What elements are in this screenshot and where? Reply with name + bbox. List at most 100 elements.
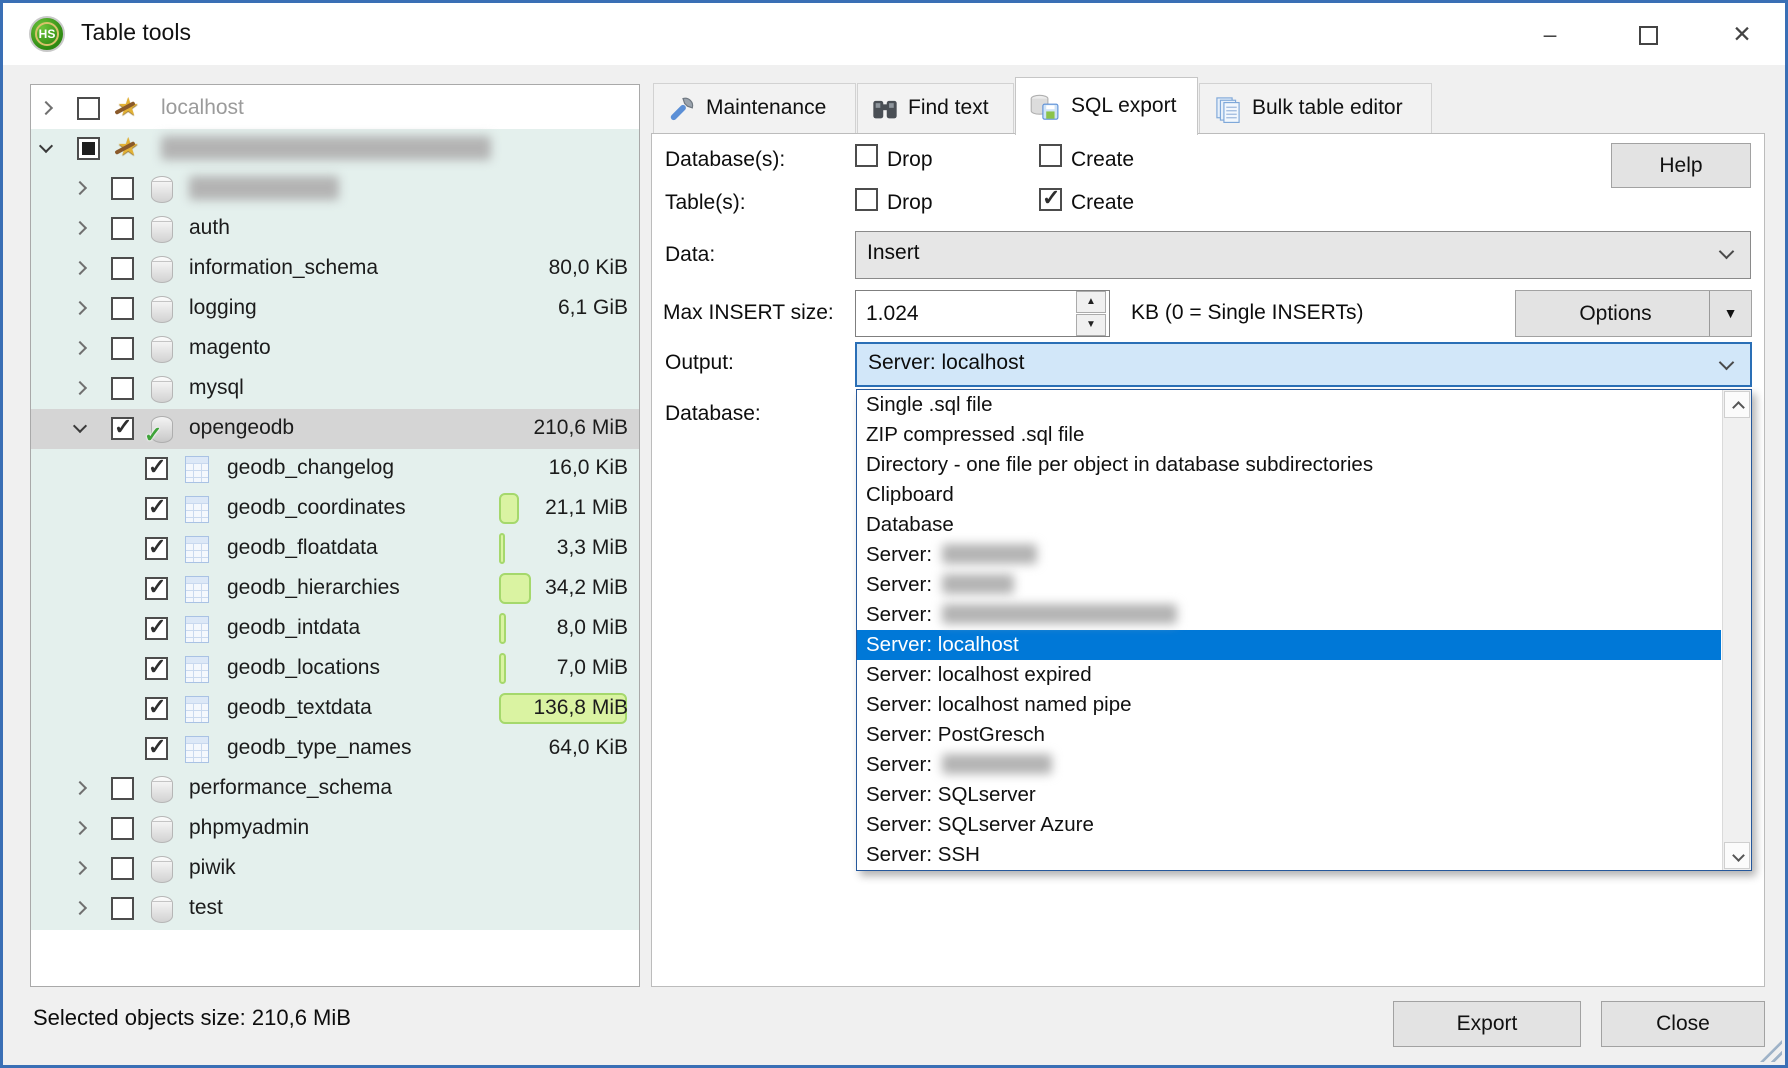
help-button[interactable]: Help: [1611, 143, 1751, 188]
tables-drop-label: Drop: [887, 191, 933, 215]
chevron-collapsed-icon[interactable]: [39, 101, 53, 115]
tree-checkbox[interactable]: [145, 737, 168, 760]
tree-row-opengeodb[interactable]: opengeodb210,6 MiB: [31, 409, 639, 449]
tree-checkbox[interactable]: [145, 577, 168, 600]
chevron-expanded-icon[interactable]: [73, 419, 87, 433]
dropdown-scrollbar[interactable]: [1722, 390, 1751, 870]
tree-checkbox[interactable]: [111, 297, 134, 320]
chevron-collapsed-icon[interactable]: [73, 821, 87, 835]
dropdown-option[interactable]: Server:: [857, 570, 1721, 600]
chevron-collapsed-icon[interactable]: [73, 181, 87, 195]
databases-drop-checkbox[interactable]: [855, 144, 878, 167]
tree-row-auth[interactable]: auth: [31, 209, 639, 249]
tree-row-performance_schema[interactable]: performance_schema: [31, 769, 639, 809]
status-selected-size: Selected objects size: 210,6 MiB: [33, 1005, 351, 1031]
tree-row-localhost[interactable]: ★localhost: [31, 89, 639, 129]
tables-create-checkbox[interactable]: [1039, 188, 1062, 211]
tree-row-information_schema[interactable]: information_schema80,0 KiB: [31, 249, 639, 289]
scroll-up-button[interactable]: [1724, 391, 1750, 418]
tree-row-geodb_intdata[interactable]: geodb_intdata8,0 MiB: [31, 609, 639, 649]
tree-checkbox[interactable]: [145, 697, 168, 720]
dropdown-option[interactable]: Server:: [857, 750, 1721, 780]
data-combobox[interactable]: Insert: [855, 231, 1751, 279]
tree-checkbox[interactable]: [111, 777, 134, 800]
tree-row-geodb_locations[interactable]: geodb_locations7,0 MiB: [31, 649, 639, 689]
tab-maintenance[interactable]: Maintenance: [653, 83, 856, 133]
tree-row-geodb_floatdata[interactable]: geodb_floatdata3,3 MiB: [31, 529, 639, 569]
tree-row-phpmyadmin[interactable]: phpmyadmin: [31, 809, 639, 849]
spin-up-button[interactable]: ▲: [1076, 291, 1106, 313]
tree-checkbox[interactable]: [145, 537, 168, 560]
dropdown-option[interactable]: Database: [857, 510, 1721, 540]
database-icon: [151, 336, 173, 363]
maximize-button[interactable]: [1615, 3, 1681, 65]
tree-checkbox[interactable]: [77, 137, 100, 160]
tree-checkbox[interactable]: [111, 857, 134, 880]
dropdown-option[interactable]: Server: PostGresch: [857, 720, 1721, 750]
chevron-collapsed-icon[interactable]: [73, 901, 87, 915]
tree-row-redacted[interactable]: ★: [31, 129, 639, 169]
tree-checkbox[interactable]: [111, 177, 134, 200]
tree-row-geodb_coordinates[interactable]: geodb_coordinates21,1 MiB: [31, 489, 639, 529]
chevron-expanded-icon[interactable]: [39, 139, 53, 153]
minimize-button[interactable]: –: [1517, 3, 1583, 65]
tree-row-magento[interactable]: magento: [31, 329, 639, 369]
tree-checkbox[interactable]: [145, 657, 168, 680]
tree-row-geodb_hierarchies[interactable]: geodb_hierarchies34,2 MiB: [31, 569, 639, 609]
max-insert-size-input[interactable]: [855, 290, 1110, 337]
chevron-collapsed-icon[interactable]: [73, 221, 87, 235]
export-button[interactable]: Export: [1393, 1001, 1581, 1047]
spin-down-button[interactable]: ▼: [1076, 314, 1106, 336]
tree-checkbox[interactable]: [145, 617, 168, 640]
tree-checkbox[interactable]: [111, 417, 134, 440]
chevron-collapsed-icon[interactable]: [73, 341, 87, 355]
dropdown-option[interactable]: Single .sql file: [857, 390, 1721, 420]
tree-checkbox[interactable]: [145, 497, 168, 520]
tree-checkbox[interactable]: [111, 897, 134, 920]
tab-bulk-table-editor[interactable]: Bulk table editor: [1199, 83, 1432, 133]
chevron-collapsed-icon[interactable]: [73, 301, 87, 315]
dropdown-option[interactable]: Server: SQLserver: [857, 780, 1721, 810]
tree-checkbox[interactable]: [111, 337, 134, 360]
tree-row-test[interactable]: test: [31, 889, 639, 929]
chevron-collapsed-icon[interactable]: [73, 381, 87, 395]
tree-row-geodb_changelog[interactable]: geodb_changelog16,0 KiB: [31, 449, 639, 489]
databases-label: Database(s):: [665, 148, 785, 172]
tree-row-geodb_type_names[interactable]: geodb_type_names64,0 KiB: [31, 729, 639, 769]
tree-checkbox[interactable]: [111, 257, 134, 280]
tree-row-redacted[interactable]: [31, 169, 639, 209]
tab-sql-export[interactable]: SQL export: [1015, 77, 1198, 135]
chevron-collapsed-icon[interactable]: [73, 861, 87, 875]
scroll-down-button[interactable]: [1724, 842, 1750, 869]
output-combobox[interactable]: Server: localhost: [855, 342, 1752, 387]
options-dropdown-arrow-icon[interactable]: ▼: [1709, 291, 1751, 336]
dropdown-option[interactable]: Server: SSH: [857, 840, 1721, 870]
dropdown-option[interactable]: Server: localhost expired: [857, 660, 1721, 690]
tree-checkbox[interactable]: [145, 457, 168, 480]
dropdown-option[interactable]: Server:: [857, 540, 1721, 570]
dropdown-option[interactable]: Clipboard: [857, 480, 1721, 510]
tree-checkbox[interactable]: [111, 817, 134, 840]
tree-checkbox[interactable]: [77, 97, 100, 120]
close-button[interactable]: Close: [1601, 1001, 1765, 1047]
dropdown-option[interactable]: Server: SQLserver Azure: [857, 810, 1721, 840]
tree-row-geodb_textdata[interactable]: geodb_textdata136,8 MiB: [31, 689, 639, 729]
tree-row-logging[interactable]: logging6,1 GiB: [31, 289, 639, 329]
dropdown-option[interactable]: Server: localhost named pipe: [857, 690, 1721, 720]
database-icon: [151, 256, 173, 283]
tree-checkbox[interactable]: [111, 217, 134, 240]
options-button[interactable]: Options ▼: [1515, 290, 1752, 337]
chevron-collapsed-icon[interactable]: [73, 261, 87, 275]
tree-checkbox[interactable]: [111, 377, 134, 400]
tree-row-piwik[interactable]: piwik: [31, 849, 639, 889]
dropdown-option[interactable]: Server: localhost: [857, 630, 1721, 660]
chevron-collapsed-icon[interactable]: [73, 781, 87, 795]
tab-find-text[interactable]: Find text: [857, 83, 1014, 133]
dropdown-option[interactable]: ZIP compressed .sql file: [857, 420, 1721, 450]
dropdown-option[interactable]: Server:: [857, 600, 1721, 630]
dropdown-option[interactable]: Directory - one file per object in datab…: [857, 450, 1721, 480]
tree-row-mysql[interactable]: mysql: [31, 369, 639, 409]
close-window-button[interactable]: ✕: [1709, 3, 1775, 65]
databases-create-checkbox[interactable]: [1039, 144, 1062, 167]
tables-drop-checkbox[interactable]: [855, 188, 878, 211]
